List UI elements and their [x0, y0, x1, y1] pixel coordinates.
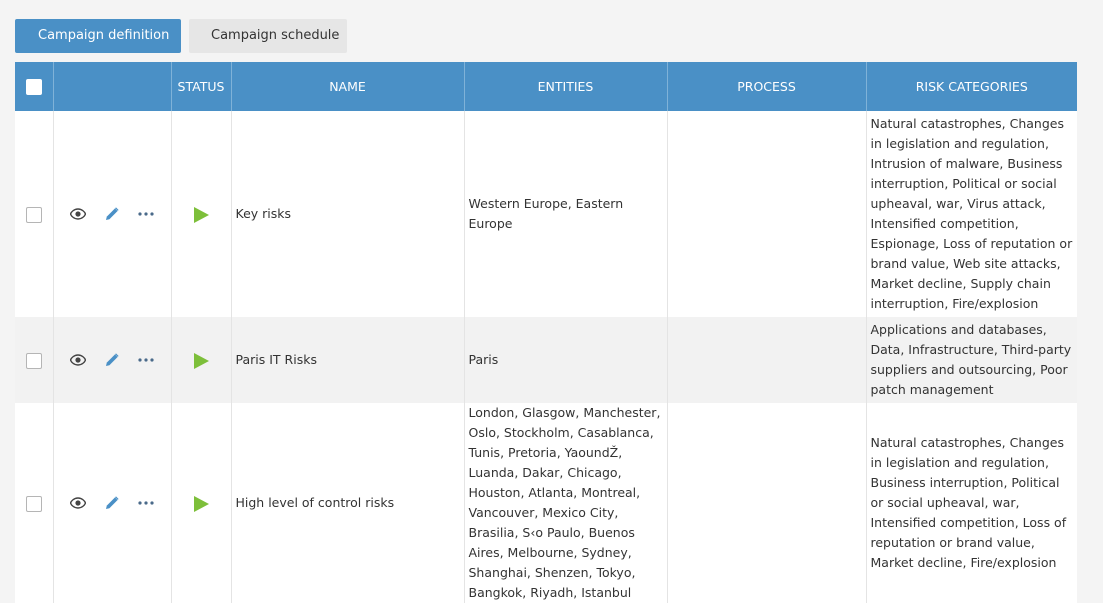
row-select-cell [15, 403, 54, 603]
actions-header [53, 62, 172, 111]
risk-categories-header[interactable]: RISK CATEGORIES [866, 62, 1077, 111]
row-actions [53, 111, 172, 317]
row-name[interactable]: High level of control risks [231, 403, 465, 603]
tab-campaign-schedule[interactable]: Campaign schedule [189, 19, 347, 53]
row-select-cell [15, 111, 54, 317]
eye-icon[interactable] [70, 208, 86, 220]
more-dots-icon[interactable] [138, 501, 154, 505]
row-risk-categories: Natural catastrophes, Changes in legisla… [866, 111, 1077, 317]
process-header[interactable]: PROCESS [667, 62, 867, 111]
tab-campaign-definition[interactable]: Campaign definition [15, 19, 181, 53]
row-process [667, 317, 867, 403]
row-actions [53, 403, 172, 603]
row-entities: London, Glasgow, Manchester, Oslo, Stock… [464, 403, 668, 603]
campaign-table: STATUS NAME ENTITIES PROCESS RISK CATEGO… [15, 62, 1077, 603]
row-name[interactable]: Key risks [231, 111, 465, 317]
play-icon [194, 495, 209, 512]
row-select-cell [15, 317, 54, 403]
row-risk-categories: Applications and databases, Data, Infras… [866, 317, 1077, 403]
status-header[interactable]: STATUS [171, 62, 232, 111]
play-icon [194, 352, 209, 369]
status-cell [171, 317, 232, 403]
entities-header[interactable]: ENTITIES [464, 62, 668, 111]
tab-bar: Campaign definition Campaign schedule [15, 19, 347, 53]
table-header-row: STATUS NAME ENTITIES PROCESS RISK CATEGO… [15, 62, 1077, 111]
table-row[interactable]: Key risks Western Europe, Eastern Europe… [15, 111, 1077, 317]
table-row[interactable]: High level of control risks London, Glas… [15, 403, 1077, 603]
eye-icon[interactable] [70, 497, 86, 509]
status-cell [171, 111, 232, 317]
eye-icon[interactable] [70, 354, 86, 366]
status-cell [171, 403, 232, 603]
row-entities: Paris [464, 317, 668, 403]
select-all-header [15, 62, 54, 111]
row-risk-categories: Natural catastrophes, Changes in legisla… [866, 403, 1077, 603]
name-header[interactable]: NAME [231, 62, 465, 111]
pencil-icon[interactable] [104, 206, 120, 222]
more-dots-icon[interactable] [138, 358, 154, 362]
row-name[interactable]: Paris IT Risks [231, 317, 465, 403]
row-process [667, 403, 867, 603]
row-checkbox[interactable] [25, 352, 42, 369]
pencil-icon[interactable] [104, 352, 120, 368]
pencil-icon[interactable] [104, 495, 120, 511]
row-checkbox[interactable] [25, 495, 42, 512]
play-icon [194, 206, 209, 223]
row-process [667, 111, 867, 317]
select-all-checkbox[interactable] [25, 78, 42, 95]
more-dots-icon[interactable] [138, 212, 154, 216]
row-checkbox[interactable] [25, 206, 42, 223]
row-entities: Western Europe, Eastern Europe [464, 111, 668, 317]
row-actions [53, 317, 172, 403]
table-row[interactable]: Paris IT Risks Paris Applications and da… [15, 317, 1077, 403]
